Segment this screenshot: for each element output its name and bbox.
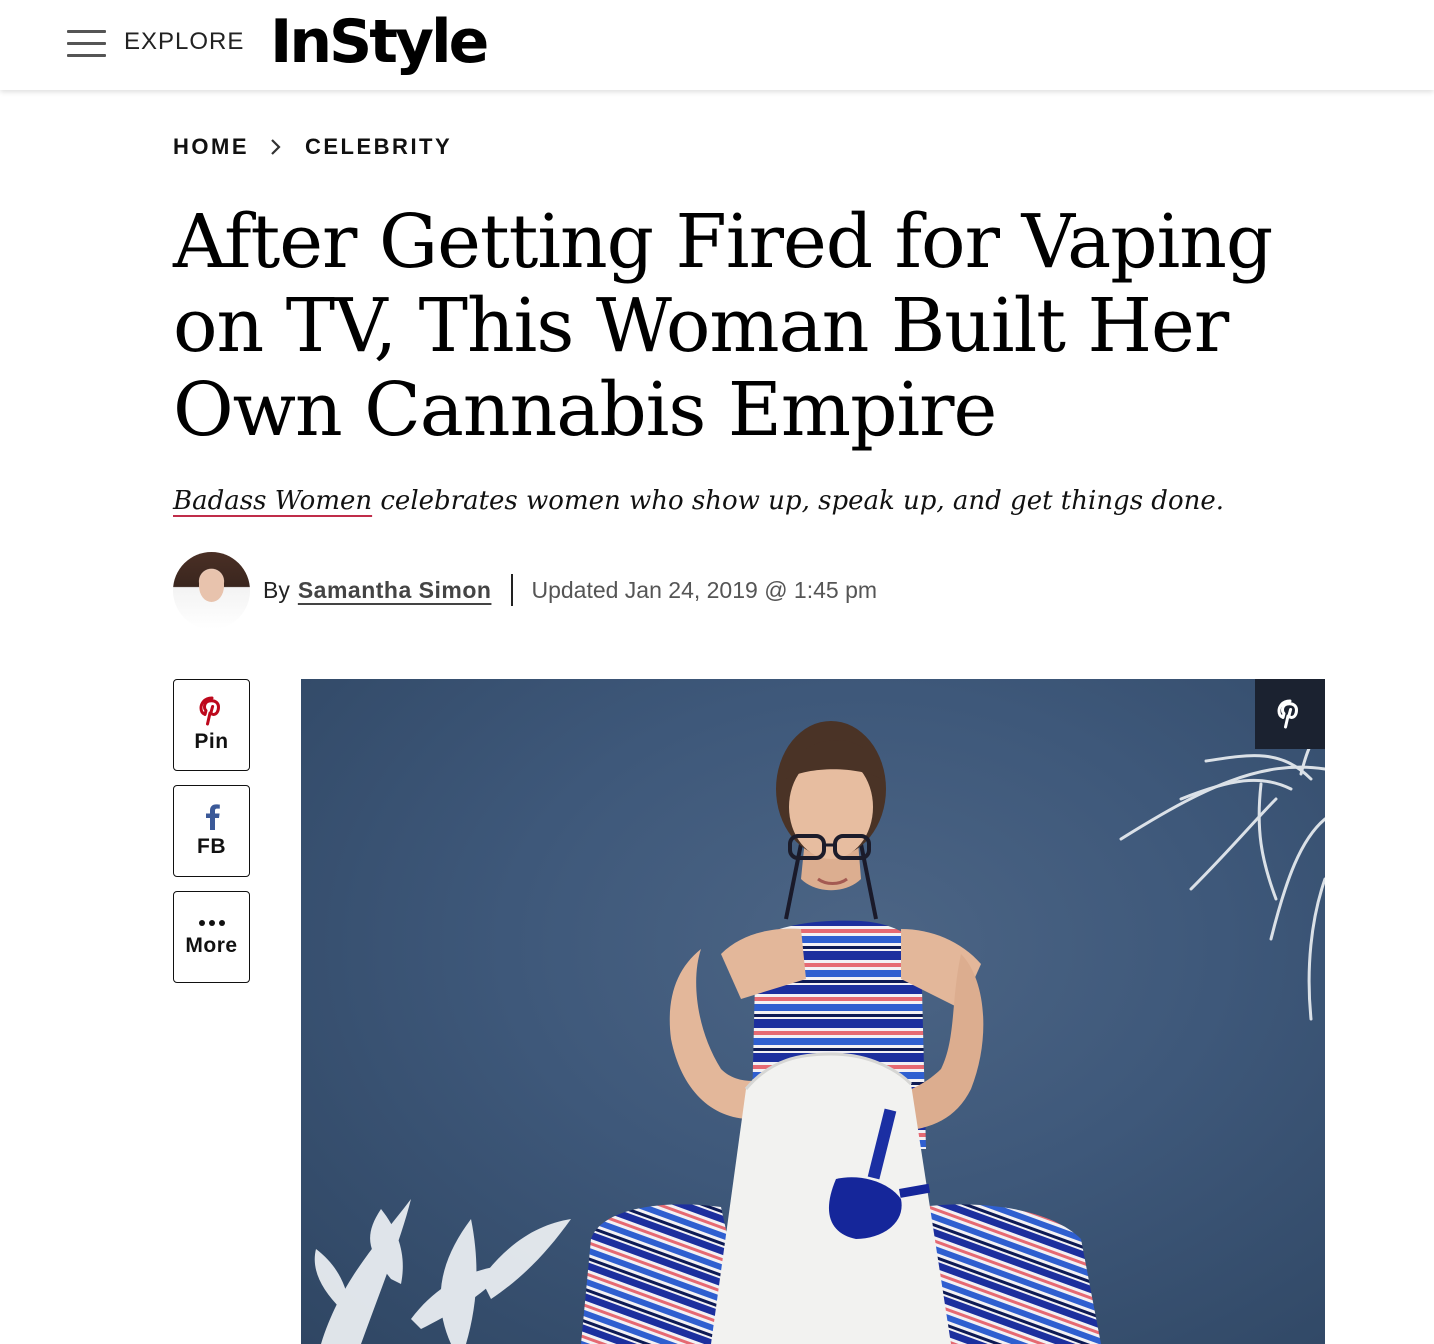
more-share-button[interactable]: More (173, 891, 250, 983)
article-title: After Getting Fired for Vaping on TV, Th… (173, 199, 1273, 453)
breadcrumb-celebrity[interactable]: CELEBRITY (305, 134, 452, 160)
breadcrumb: HOME CELEBRITY (173, 134, 452, 160)
hero-photo-illustration (314, 721, 1325, 1344)
pinterest-icon (1277, 699, 1298, 729)
dek-text: celebrates women who show up, speak up, … (372, 486, 1225, 516)
pinterest-icon (199, 696, 220, 726)
hamburger-icon[interactable] (67, 30, 106, 57)
fb-label: FB (197, 835, 226, 858)
byline-prefix: By (263, 576, 290, 603)
author-avatar[interactable] (173, 551, 250, 629)
badass-women-link[interactable]: Badass Women (173, 486, 372, 516)
article-dek: Badass Women celebrates women who show u… (173, 486, 1273, 516)
image-pin-button[interactable] (1255, 679, 1325, 749)
chevron-right-icon (271, 139, 281, 155)
site-header: EXPLORE InStyle (0, 0, 1434, 90)
facebook-icon (205, 804, 220, 830)
pin-share-button[interactable]: Pin (173, 679, 250, 771)
article-date: Updated Jan 24, 2019 @ 1:45 pm (531, 576, 878, 603)
ellipsis-icon (198, 920, 225, 926)
more-label: More (185, 934, 238, 957)
byline: By Samantha Simon Updated Jan 24, 2019 @… (173, 551, 877, 629)
breadcrumb-home[interactable]: HOME (173, 134, 249, 160)
instyle-logo[interactable]: InStyle (270, 6, 489, 78)
pin-label: Pin (194, 730, 229, 753)
hero-image[interactable] (301, 679, 1325, 1344)
explore-menu-label[interactable]: EXPLORE (124, 28, 244, 56)
byline-divider (511, 574, 514, 606)
facebook-share-button[interactable]: FB (173, 785, 250, 877)
author-link[interactable]: Samantha Simon (298, 577, 492, 604)
